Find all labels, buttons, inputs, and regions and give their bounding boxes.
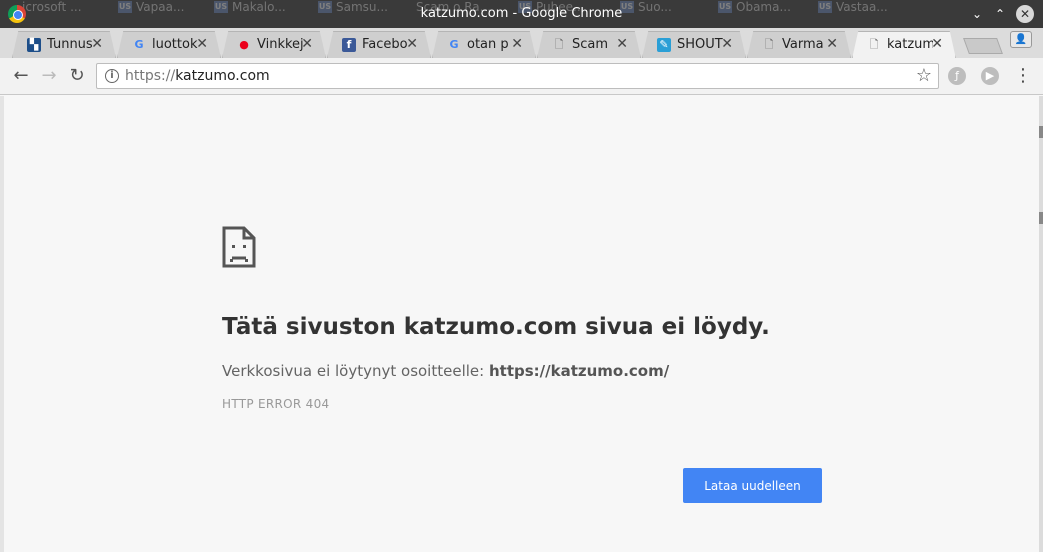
tab-vinkkej[interactable]: ● Vinkkej ✕ (222, 31, 326, 58)
extension-play-icon[interactable]: ▶ (981, 67, 999, 85)
tab-tunnus[interactable]: ▚ Tunnus ✕ (12, 31, 116, 58)
extension-icon[interactable]: ƒ (948, 67, 966, 85)
tab-close-icon[interactable]: ✕ (91, 36, 103, 52)
tab-label: Vinkkej (257, 37, 303, 52)
edge-marker (1039, 126, 1043, 138)
back-button[interactable]: ← (9, 65, 33, 87)
shout-icon: ✎ (657, 38, 671, 52)
new-tab-button[interactable] (963, 38, 1003, 54)
tab-luottok[interactable]: G luottok ✕ (117, 31, 221, 58)
tab-label: luottok (152, 37, 198, 52)
browser-toolbar: ← → ↻ i https://katzumo.com ☆ (0, 58, 1043, 95)
tab-close-icon[interactable]: ✕ (196, 36, 208, 52)
sad-document-icon (222, 226, 256, 268)
tab-label: Tunnus (47, 37, 93, 52)
profile-user-icon[interactable]: 👤 (1010, 31, 1032, 48)
tab-strip: ▚ Tunnus ✕ G luottok ✕ ● Vinkkej ✕ f Fac… (0, 28, 1043, 59)
document-icon: 🗋 (554, 38, 564, 51)
facebook-icon: f (342, 38, 356, 52)
google-icon: G (449, 38, 459, 51)
minimize-button[interactable]: ⌄ (968, 5, 986, 23)
error-url: https://katzumo.com/ (488, 362, 670, 380)
info-icon[interactable]: i (105, 69, 119, 83)
right-edge-scrollbar[interactable] (1039, 96, 1043, 552)
tab-label: katzum (887, 37, 933, 52)
tab-katzumo-active[interactable]: 🗋 katzum ✕ (852, 31, 956, 59)
tab-label: Varma (782, 37, 824, 52)
tab-close-icon[interactable]: ✕ (616, 36, 628, 52)
bookmark-star-icon[interactable]: ☆ (916, 65, 932, 86)
tab-close-icon[interactable]: ✕ (406, 36, 418, 52)
tab-close-icon[interactable]: ✕ (301, 36, 313, 52)
tab-shout[interactable]: ✎ SHOUT ✕ (642, 31, 746, 58)
chrome-menu-icon[interactable]: ⋮ (1014, 65, 1032, 87)
edge-marker (1039, 212, 1043, 224)
tab-otan-p[interactable]: G otan p ✕ (432, 31, 536, 58)
tab-label: Facebo (362, 37, 408, 52)
tab-scam[interactable]: 🗋 Scam ✕ (537, 31, 641, 58)
address-bar[interactable]: i https://katzumo.com ☆ (96, 63, 939, 89)
tab-facebook[interactable]: f Facebo ✕ (327, 31, 431, 58)
forward-button[interactable]: → (37, 65, 61, 87)
tab-label: Scam (572, 37, 609, 52)
tab-close-icon[interactable]: ✕ (721, 36, 733, 52)
window-title: katzumo.com - Google Chrome (420, 6, 623, 21)
browser-window: icrosoft ... US Vapaa... US Makalo... US Sa… (0, 0, 1043, 552)
maximize-button[interactable]: ⌃ (991, 5, 1009, 23)
bank-icon: ▚ (27, 38, 41, 52)
close-window-button[interactable]: ✕ (1016, 5, 1034, 23)
reload-button[interactable]: Lataa uudelleen (683, 468, 822, 503)
error-page: Tätä sivuston katzumo.com sivua ei löydy… (4, 96, 1039, 552)
tab-varma[interactable]: 🗋 Varma ✕ (747, 31, 851, 58)
error-description: Verkkosivua ei löytynyt osoitteelle: htt… (222, 362, 670, 380)
tab-close-icon[interactable]: ✕ (826, 36, 838, 52)
error-code: HTTP ERROR 404 (222, 397, 330, 411)
tab-label: otan p (467, 37, 509, 52)
tab-close-icon[interactable]: ✕ (511, 36, 523, 52)
mastercard-icon: ● (239, 38, 249, 51)
tab-label: SHOUT (677, 37, 723, 52)
title-bar: icrosoft ... US Vapaa... US Makalo... US Sa… (0, 0, 1043, 28)
url-text[interactable]: https://katzumo.com (125, 68, 270, 84)
google-icon: G (134, 38, 144, 51)
document-icon: 🗋 (764, 38, 774, 51)
error-title: Tätä sivuston katzumo.com sivua ei löydy… (222, 314, 770, 340)
tab-close-icon[interactable]: ✕ (931, 36, 943, 52)
reload-icon-button[interactable]: ↻ (65, 65, 89, 87)
document-icon: 🗋 (869, 38, 879, 51)
